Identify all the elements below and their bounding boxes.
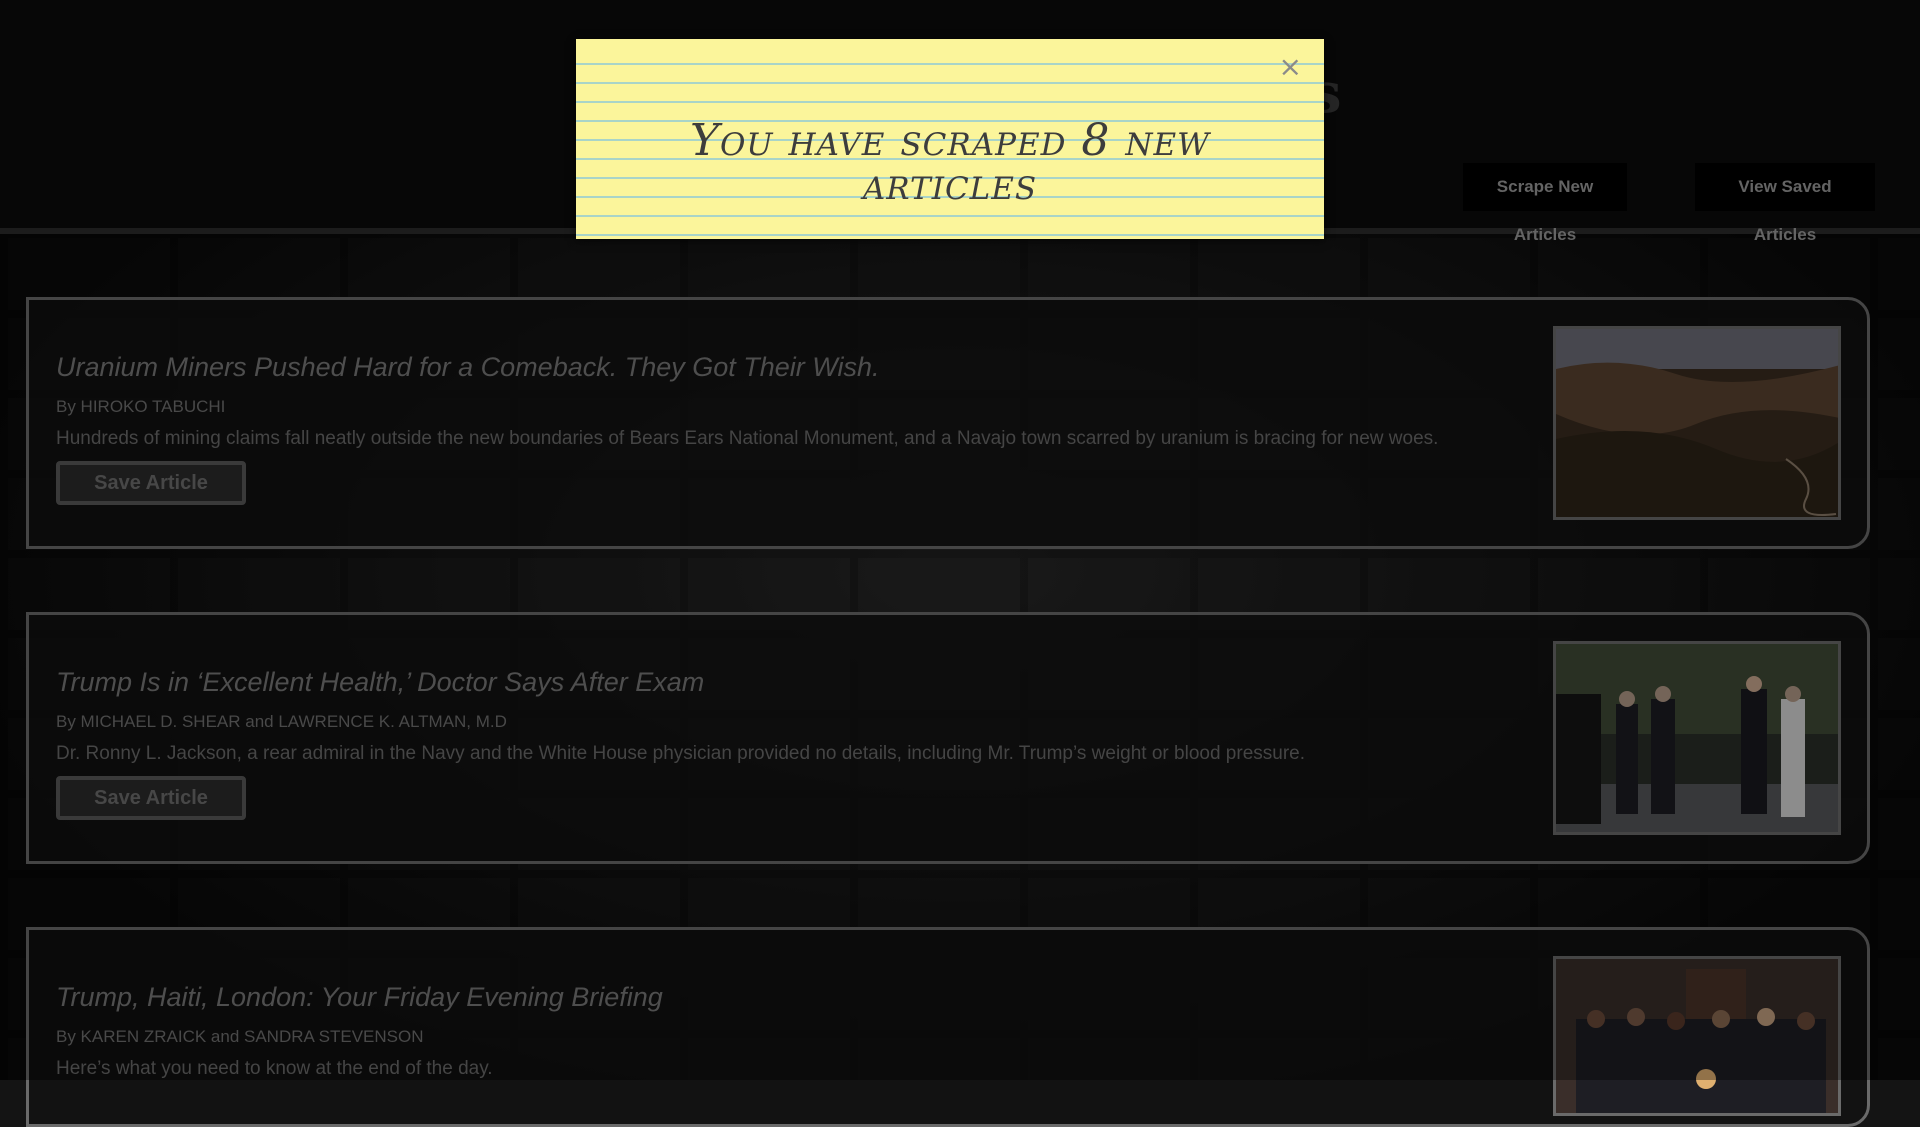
close-icon[interactable]: × [1273,49,1308,84]
modal-message: You have scraped 8 new articles [689,115,1211,210]
scrape-result-modal: × You have scraped 8 new articles [576,39,1324,239]
